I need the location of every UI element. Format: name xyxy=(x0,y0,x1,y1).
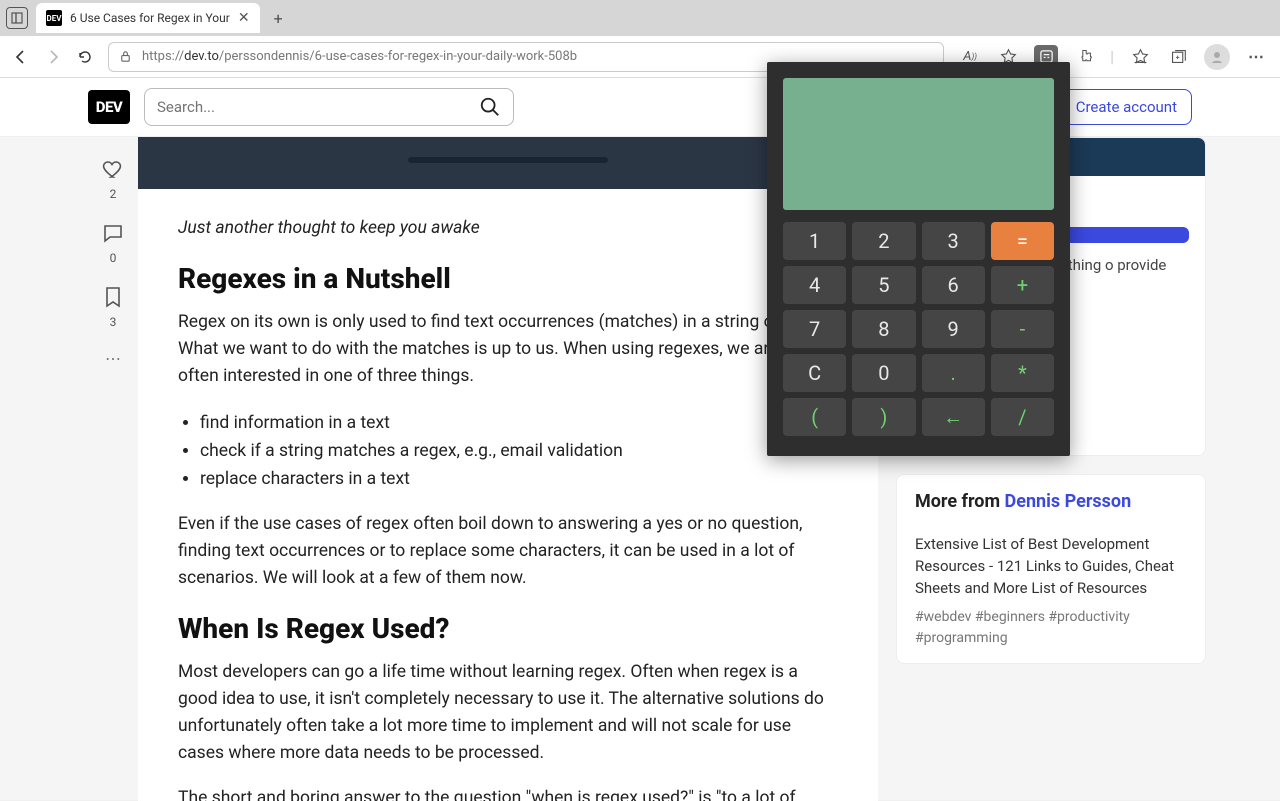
calculator-display xyxy=(783,78,1054,210)
related-article-link[interactable]: Extensive List of Best Development Resou… xyxy=(897,520,1205,603)
refresh-button[interactable] xyxy=(76,48,94,66)
browser-tab[interactable]: DEV 6 Use Cases for Regex in Your ✕ xyxy=(36,3,260,33)
heading-when-regex-used: When Is Regex Used? xyxy=(178,612,838,645)
calc-key-.[interactable]: . xyxy=(922,354,985,392)
more-reactions-button[interactable]: ⋯ xyxy=(105,349,121,368)
url-text: https://dev.to/perssondennis/6-use-cases… xyxy=(142,49,577,64)
paragraph: Regex on its own is only used to find te… xyxy=(178,309,838,390)
related-tags: #webdev #beginners #productivity #progra… xyxy=(897,603,1205,663)
calc-key-9[interactable]: 9 xyxy=(922,310,985,348)
calc-key-1[interactable]: 1 xyxy=(783,222,846,260)
bullet-list: find information in a text check if a st… xyxy=(200,409,838,493)
back-button[interactable] xyxy=(12,48,30,66)
calc-key-/[interactable]: / xyxy=(991,398,1054,436)
search-icon[interactable] xyxy=(479,96,501,118)
lock-icon xyxy=(119,50,132,63)
site-header: DEV Create account xyxy=(0,78,1280,137)
calc-key-3[interactable]: 3 xyxy=(922,222,985,260)
heart-icon xyxy=(101,157,125,181)
tagline: Just another thought to keep you awake xyxy=(178,215,838,242)
profile-avatar[interactable] xyxy=(1204,44,1230,70)
comment-button[interactable]: 0 xyxy=(101,221,125,265)
calculator-popup: 123= 456+789- C0.* ()←/ xyxy=(767,62,1070,456)
calc-key-=[interactable]: = xyxy=(991,222,1054,260)
content-wrap: 2 0 3 ⋯ Just another thought to keep you… xyxy=(0,137,1280,801)
extensions-icon[interactable] xyxy=(1072,45,1096,69)
page: DEV Create account 2 0 xyxy=(0,78,1280,800)
list-item: check if a string matches a regex, e.g.,… xyxy=(200,437,838,465)
calc-key-6[interactable]: 6 xyxy=(922,266,985,304)
calc-key-([interactable]: ( xyxy=(783,398,846,436)
bookmark-icon xyxy=(101,285,125,309)
paragraph: The short and boring answer to the quest… xyxy=(178,785,838,801)
search-input[interactable] xyxy=(157,98,479,116)
reactions-rail: 2 0 3 ⋯ xyxy=(88,137,138,801)
tab-bar: DEV 6 Use Cases for Regex in Your ✕ + xyxy=(0,0,1280,36)
tab-close-icon[interactable]: ✕ xyxy=(238,10,250,26)
calc-key-←[interactable]: ← xyxy=(922,398,985,436)
comment-icon xyxy=(101,221,125,245)
author-link[interactable]: Dennis Persson xyxy=(1005,491,1132,512)
paragraph: Most developers can go a life time witho… xyxy=(178,659,838,768)
address-bar: https://dev.to/perssondennis/6-use-cases… xyxy=(0,36,1280,78)
calculator-keypad: 123= 456+789- C0.* ()←/ xyxy=(783,222,1054,436)
paragraph: Even if the use cases of regex often boi… xyxy=(178,511,838,592)
calc-key-*[interactable]: * xyxy=(991,354,1054,392)
dev-logo[interactable]: DEV xyxy=(88,90,130,124)
create-account-button[interactable]: Create account xyxy=(1061,89,1192,125)
tab-overview-button[interactable] xyxy=(6,7,28,29)
heading-regexes-nutshell: Regexes in a Nutshell xyxy=(178,262,838,295)
tab-favicon: DEV xyxy=(46,10,62,26)
calc-key-C[interactable]: C xyxy=(783,354,846,392)
calc-key-7[interactable]: 7 xyxy=(783,310,846,348)
calc-key-4[interactable]: 4 xyxy=(783,266,846,304)
tab-title: 6 Use Cases for Regex in Your xyxy=(70,11,230,25)
calc-key--[interactable]: - xyxy=(991,310,1054,348)
bookmark-button[interactable]: 3 xyxy=(101,285,125,329)
more-from-title: More from Dennis Persson xyxy=(915,491,1131,512)
calc-key-5[interactable]: 5 xyxy=(852,266,915,304)
search-box[interactable] xyxy=(144,88,514,126)
calc-key-2[interactable]: 2 xyxy=(852,222,915,260)
calc-key-8[interactable]: 8 xyxy=(852,310,915,348)
favorites-icon[interactable] xyxy=(1128,45,1152,69)
more-menu-icon[interactable]: ⋯ xyxy=(1244,45,1268,69)
collections-icon[interactable] xyxy=(1166,45,1190,69)
calc-key-)[interactable]: ) xyxy=(852,398,915,436)
new-tab-button[interactable]: + xyxy=(268,9,289,28)
like-button[interactable]: 2 xyxy=(101,157,125,201)
browser-chrome: DEV 6 Use Cases for Regex in Your ✕ + ht… xyxy=(0,0,1280,78)
forward-button xyxy=(44,48,62,66)
calc-key-0[interactable]: 0 xyxy=(852,354,915,392)
more-from-card: More from Dennis Persson Extensive List … xyxy=(896,474,1206,664)
calc-key-+[interactable]: + xyxy=(991,266,1054,304)
list-item: replace characters in a text xyxy=(200,465,838,493)
list-item: find information in a text xyxy=(200,409,838,437)
